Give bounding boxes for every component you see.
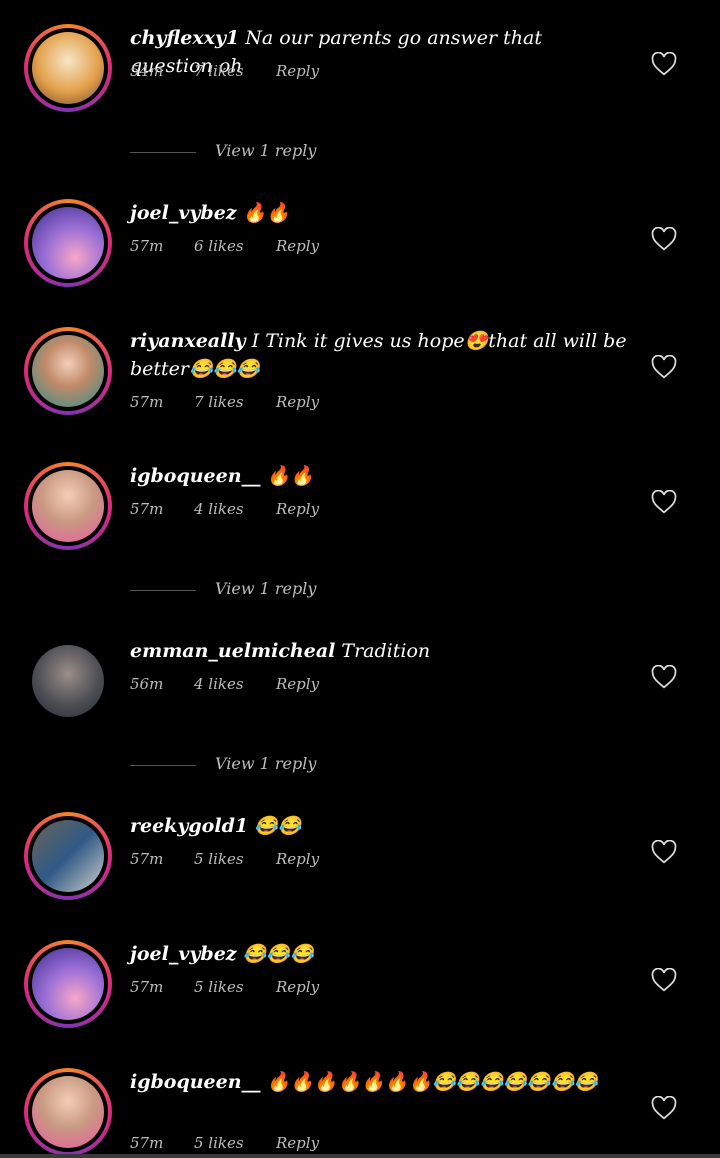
comment-time: 54m [130, 62, 164, 80]
avatar[interactable] [24, 1068, 112, 1156]
comment-text: 🔥🔥 [236, 202, 290, 224]
reply-button[interactable]: Reply [276, 237, 319, 255]
divider [130, 152, 196, 153]
avatar[interactable] [24, 462, 112, 550]
view-replies-label[interactable]: View 1 reply [215, 579, 316, 598]
comment-time: 57m [130, 850, 164, 868]
reply-button[interactable]: Reply [276, 500, 319, 518]
divider [130, 590, 196, 591]
avatar[interactable] [24, 24, 112, 112]
heart-outline-icon[interactable] [651, 968, 677, 992]
comment-username[interactable]: chyflexxy1 [130, 27, 239, 49]
comment-likes[interactable]: 5 likes [194, 978, 244, 996]
comment-text: 🔥🔥🔥🔥🔥🔥🔥😂😂😂😂😂😂😂 [260, 1071, 598, 1093]
comment-time: 56m [130, 675, 164, 693]
avatar[interactable] [24, 940, 112, 1028]
comment-likes[interactable]: 5 likes [194, 850, 244, 868]
comment-text: 🔥🔥 [260, 465, 314, 487]
bottom-edge [0, 1154, 720, 1158]
view-replies-label[interactable]: View 1 reply [215, 754, 316, 773]
comment-time: 57m [130, 237, 164, 255]
comment-time: 57m [130, 500, 164, 518]
divider [130, 765, 196, 766]
comment-likes[interactable]: 7 likes [194, 393, 244, 411]
reply-button[interactable]: Reply [276, 850, 319, 868]
avatar[interactable] [24, 812, 112, 900]
comment-username[interactable]: reekygold1 [130, 815, 248, 837]
heart-outline-icon[interactable] [651, 227, 677, 251]
comment-username[interactable]: igboqueen__ [130, 1071, 261, 1093]
comment-likes[interactable]: 4 likes [194, 675, 244, 693]
comment-time: 57m [130, 393, 164, 411]
heart-outline-icon[interactable] [651, 1096, 677, 1120]
heart-outline-icon[interactable] [651, 840, 677, 864]
comment-text: 😂😂😂 [236, 943, 314, 965]
avatar[interactable] [24, 199, 112, 287]
comment-likes[interactable]: 7 likes [194, 62, 244, 80]
heart-outline-icon[interactable] [651, 52, 677, 76]
comment-likes[interactable]: 4 likes [194, 500, 244, 518]
comment-text: 😂😂 [248, 815, 302, 837]
comment-username[interactable]: joel_vybez [130, 202, 237, 224]
view-replies-label[interactable]: View 1 reply [215, 141, 316, 160]
comment-username[interactable]: riyanxeally [130, 330, 246, 352]
comment-likes[interactable]: 6 likes [194, 237, 244, 255]
reply-button[interactable]: Reply [276, 675, 319, 693]
reply-button[interactable]: Reply [276, 1134, 319, 1152]
reply-button[interactable]: Reply [276, 978, 319, 996]
comment-time: 57m [130, 978, 164, 996]
comment-username[interactable]: joel_vybez [130, 943, 237, 965]
reply-button[interactable]: Reply [276, 62, 319, 80]
heart-outline-icon[interactable] [651, 490, 677, 514]
comment-time: 57m [130, 1134, 164, 1152]
heart-outline-icon[interactable] [651, 355, 677, 379]
avatar[interactable] [24, 637, 112, 725]
comment-likes[interactable]: 5 likes [194, 1134, 244, 1152]
comment-text: Tradition [335, 640, 431, 662]
heart-outline-icon[interactable] [651, 665, 677, 689]
comment-username[interactable]: igboqueen__ [130, 465, 261, 487]
reply-button[interactable]: Reply [276, 393, 319, 411]
comment-username[interactable]: emman_uelmicheal [130, 640, 335, 662]
avatar[interactable] [24, 327, 112, 415]
